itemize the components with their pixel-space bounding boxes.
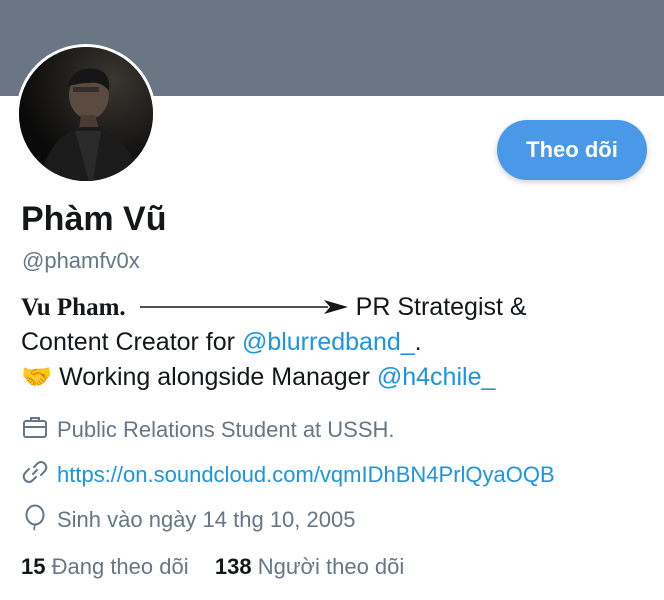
bio-text: Content Creator for: [21, 328, 242, 356]
avatar-photo: [19, 47, 153, 181]
bio-line-3: 🤝 Working alongside Manager @h4chile_: [21, 360, 651, 395]
followers-label: Người theo dõi: [257, 554, 405, 579]
birthday-row: Sinh vào ngày 14 thg 10, 2005: [21, 503, 355, 537]
bio-text: Working alongside Manager: [52, 363, 377, 391]
following-label: Đang theo dõi: [51, 554, 189, 579]
bio-line-1: Vu Pham. PR Strategist &: [21, 290, 651, 325]
bio-role: PR Strategist &: [355, 293, 527, 321]
website-row: https://on.soundcloud.com/vqmIDhBN4PrlQy…: [21, 458, 555, 492]
job-row: Public Relations Student at USSH.: [21, 413, 395, 447]
bio-punctuation: .: [414, 328, 422, 356]
display-name: Phàm Vũ: [21, 200, 167, 238]
username-handle: @phamfv0x: [22, 248, 140, 273]
balloon-icon: [21, 503, 57, 537]
following-stat[interactable]: 15 Đang theo dõi: [21, 554, 195, 579]
birthday-text: Sinh vào ngày 14 thg 10, 2005: [57, 507, 356, 532]
following-count: 15: [21, 554, 46, 579]
bio-bold-name: Vu Pham.: [21, 294, 126, 321]
link-icon: [21, 458, 57, 492]
job-text: Public Relations Student at USSH.: [57, 417, 395, 442]
mention-link-h4chile[interactable]: @h4chile_: [377, 360, 496, 395]
followers-stat[interactable]: 138 Người theo dõi: [215, 554, 404, 579]
followers-count: 138: [214, 554, 252, 579]
arrow-icon: [126, 290, 356, 325]
avatar[interactable]: [16, 44, 156, 184]
bio-line-2: Content Creator for @blurredband_ .: [21, 325, 651, 360]
briefcase-icon: [21, 413, 57, 447]
website-link[interactable]: https://on.soundcloud.com/vqmIDhBN4PrlQy…: [57, 462, 555, 488]
follow-button[interactable]: Theo dõi: [497, 120, 647, 180]
bio: Vu Pham. PR Strategist & Content Creator…: [21, 290, 651, 395]
handshake-icon: 🤝: [21, 363, 53, 391]
follow-stats: 15 Đang theo dõi 138 Người theo dõi: [21, 554, 404, 580]
mention-link-blurredband[interactable]: @blurredband_: [242, 325, 415, 360]
